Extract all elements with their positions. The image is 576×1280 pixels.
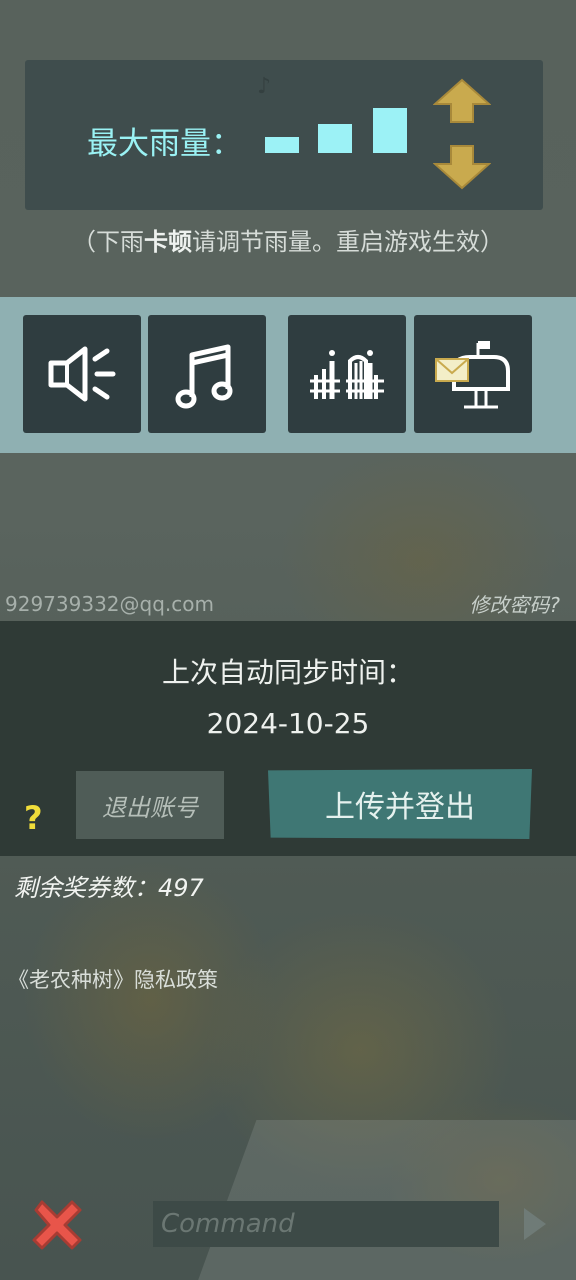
- fence-gate-icon: [310, 350, 384, 399]
- close-icon[interactable]: [28, 1196, 86, 1254]
- sync-title: 上次自动同步时间：: [161, 656, 414, 689]
- music-icon: [175, 344, 233, 409]
- background-path: [183, 1120, 576, 1280]
- fence-gate-button[interactable]: [288, 315, 406, 433]
- rain-level-bar-1: [265, 137, 299, 153]
- sound-toggle-button[interactable]: [23, 315, 141, 433]
- rain-level-bar-3: [373, 108, 407, 153]
- privacy-policy-link[interactable]: 《老农种树》隐私政策: [8, 964, 218, 994]
- mailbox-icon: [435, 341, 510, 409]
- change-password-link[interactable]: 修改密码?: [469, 589, 560, 618]
- command-input[interactable]: [153, 1201, 499, 1247]
- music-note-decoration-icon: ♪: [257, 74, 272, 99]
- sync-date: 2024-10-25: [206, 707, 370, 740]
- rain-label: 最大雨量：: [87, 126, 242, 162]
- sound-icon: [48, 346, 116, 402]
- sync-panel: 上次自动同步时间： 2024-10-25 ? 退出账号 上传并登出: [0, 621, 576, 856]
- mailbox-button[interactable]: [414, 315, 532, 433]
- send-command-icon[interactable]: [522, 1206, 548, 1242]
- settings-icon-strip: [0, 297, 576, 453]
- rain-level-bar-2: [318, 124, 352, 153]
- music-toggle-button[interactable]: [148, 315, 266, 433]
- rain-hint: （下雨卡顿请调节雨量。重启游戏生效）: [72, 228, 504, 256]
- rain-decrease-arrow-icon[interactable]: [433, 144, 491, 190]
- upload-and-logout-button[interactable]: 上传并登出: [268, 769, 532, 839]
- rain-settings-panel: ♪ 最大雨量：: [25, 60, 543, 210]
- logout-button[interactable]: 退出账号: [76, 771, 224, 839]
- rain-increase-arrow-icon[interactable]: [433, 78, 491, 124]
- voucher-count: 剩余奖券数：497: [14, 874, 204, 902]
- account-email: 929739332@qq.com: [5, 592, 214, 616]
- help-icon[interactable]: ?: [24, 799, 43, 837]
